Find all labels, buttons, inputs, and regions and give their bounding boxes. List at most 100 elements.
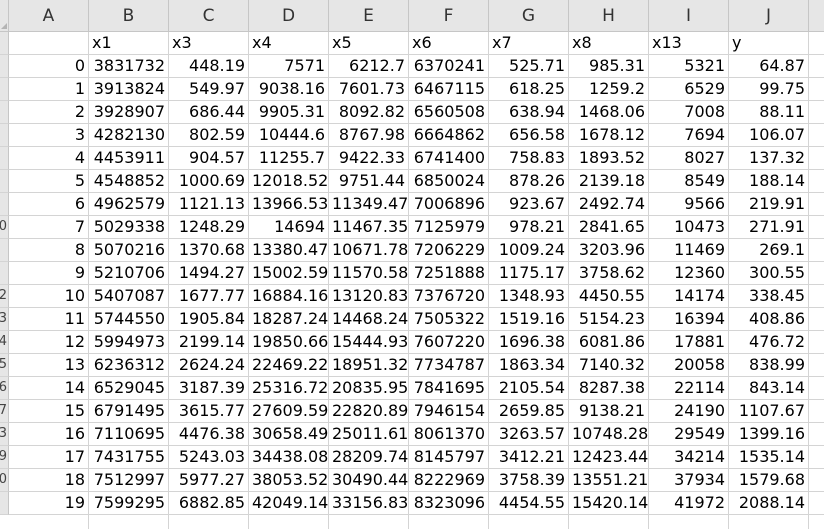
table-cell[interactable]: 25011.61 xyxy=(329,423,409,446)
table-cell[interactable]: 7206229 xyxy=(409,239,489,262)
table-cell[interactable]: 5 xyxy=(9,170,89,193)
table-cell[interactable]: 2105.54 xyxy=(489,377,569,400)
table-cell[interactable]: 8145797 xyxy=(409,446,489,469)
table-cell[interactable]: 3203.96 xyxy=(569,239,649,262)
header-cell-x5[interactable]: x5 xyxy=(329,32,409,55)
table-cell[interactable]: 13 xyxy=(9,354,89,377)
empty-cell[interactable] xyxy=(809,193,824,216)
table-cell[interactable]: 14 xyxy=(9,377,89,400)
empty-cell[interactable] xyxy=(329,515,409,529)
table-cell[interactable]: 7140.32 xyxy=(569,354,649,377)
table-cell[interactable]: 6529 xyxy=(649,78,729,101)
empty-cell[interactable] xyxy=(169,515,249,529)
table-cell[interactable]: 802.59 xyxy=(169,124,249,147)
table-cell[interactable]: 1107.67 xyxy=(729,400,809,423)
table-cell[interactable]: 7571 xyxy=(249,55,329,78)
table-cell[interactable]: 9422.33 xyxy=(329,147,409,170)
table-cell[interactable]: 37934 xyxy=(649,469,729,492)
empty-cell[interactable] xyxy=(809,308,824,331)
empty-cell[interactable] xyxy=(649,515,729,529)
table-cell[interactable]: 7601.73 xyxy=(329,78,409,101)
table-cell[interactable]: 878.26 xyxy=(489,170,569,193)
empty-cell[interactable] xyxy=(809,262,824,285)
table-cell[interactable]: 6850024 xyxy=(409,170,489,193)
table-cell[interactable]: 11570.58 xyxy=(329,262,409,285)
table-cell[interactable]: 3615.77 xyxy=(169,400,249,423)
table-cell[interactable]: 8061370 xyxy=(409,423,489,446)
header-cell-x13[interactable]: x13 xyxy=(649,32,729,55)
table-cell[interactable]: 1696.38 xyxy=(489,331,569,354)
table-cell[interactable]: 15420.14 xyxy=(569,492,649,515)
table-cell[interactable]: 2624.24 xyxy=(169,354,249,377)
table-cell[interactable]: 5407087 xyxy=(89,285,169,308)
table-cell[interactable]: 17881 xyxy=(649,331,729,354)
table-cell[interactable]: 20835.95 xyxy=(329,377,409,400)
header-cell-x3[interactable]: x3 xyxy=(169,32,249,55)
table-cell[interactable]: 9751.44 xyxy=(329,170,409,193)
table-cell[interactable]: 686.44 xyxy=(169,101,249,124)
table-cell[interactable]: 8 xyxy=(9,239,89,262)
table-cell[interactable]: 16 xyxy=(9,423,89,446)
table-cell[interactable]: 14174 xyxy=(649,285,729,308)
column-header-next[interactable] xyxy=(809,0,824,32)
table-cell[interactable]: 3831732 xyxy=(89,55,169,78)
empty-cell[interactable] xyxy=(249,515,329,529)
table-cell[interactable]: 2659.85 xyxy=(489,400,569,423)
table-cell[interactable]: 11349.47 xyxy=(329,193,409,216)
header-cell-x7[interactable]: x7 xyxy=(489,32,569,55)
table-cell[interactable]: 1678.12 xyxy=(569,124,649,147)
table-cell[interactable]: 7125979 xyxy=(409,216,489,239)
table-cell[interactable]: 25316.72 xyxy=(249,377,329,400)
table-cell[interactable]: 6791495 xyxy=(89,400,169,423)
column-header-h[interactable]: H xyxy=(569,0,649,32)
table-cell[interactable]: 12 xyxy=(9,331,89,354)
table-cell[interactable]: 10444.6 xyxy=(249,124,329,147)
empty-cell[interactable] xyxy=(809,101,824,124)
table-cell[interactable]: 7694 xyxy=(649,124,729,147)
table-cell[interactable]: 271.91 xyxy=(729,216,809,239)
table-cell[interactable]: 34438.08 xyxy=(249,446,329,469)
empty-cell[interactable] xyxy=(809,147,824,170)
empty-cell[interactable] xyxy=(9,515,89,529)
table-cell[interactable]: 1579.68 xyxy=(729,469,809,492)
header-cell-x8[interactable]: x8 xyxy=(569,32,649,55)
table-cell[interactable]: 838.99 xyxy=(729,354,809,377)
table-cell[interactable]: 22820.89 xyxy=(329,400,409,423)
table-cell[interactable]: 300.55 xyxy=(729,262,809,285)
empty-cell[interactable] xyxy=(809,124,824,147)
empty-cell[interactable] xyxy=(89,515,169,529)
empty-cell[interactable] xyxy=(809,285,824,308)
table-cell[interactable]: 188.14 xyxy=(729,170,809,193)
table-cell[interactable]: 18951.32 xyxy=(329,354,409,377)
column-header-b[interactable]: B xyxy=(89,0,169,32)
table-cell[interactable]: 15444.93 xyxy=(329,331,409,354)
table-cell[interactable]: 7505322 xyxy=(409,308,489,331)
table-cell[interactable]: 11467.35 xyxy=(329,216,409,239)
table-cell[interactable]: 7607220 xyxy=(409,331,489,354)
row-header[interactable]: 6 xyxy=(0,377,9,400)
table-cell[interactable]: 4476.38 xyxy=(169,423,249,446)
row-header[interactable] xyxy=(0,101,9,124)
row-header[interactable]: 5 xyxy=(0,354,9,377)
table-cell[interactable]: 9038.16 xyxy=(249,78,329,101)
select-all-corner[interactable] xyxy=(0,0,9,32)
row-header[interactable] xyxy=(0,492,9,515)
table-cell[interactable]: 7251888 xyxy=(409,262,489,285)
table-cell[interactable]: 1494.27 xyxy=(169,262,249,285)
table-cell[interactable]: 17 xyxy=(9,446,89,469)
table-cell[interactable]: 2492.74 xyxy=(569,193,649,216)
column-header-g[interactable]: G xyxy=(489,0,569,32)
table-cell[interactable]: 5977.27 xyxy=(169,469,249,492)
table-cell[interactable]: 1121.13 xyxy=(169,193,249,216)
table-cell[interactable]: 3758.62 xyxy=(569,262,649,285)
table-cell[interactable]: 64.87 xyxy=(729,55,809,78)
table-cell[interactable]: 5744550 xyxy=(89,308,169,331)
table-cell[interactable]: 1893.52 xyxy=(569,147,649,170)
table-cell[interactable]: 338.45 xyxy=(729,285,809,308)
table-cell[interactable]: 978.21 xyxy=(489,216,569,239)
table-cell[interactable]: 16884.16 xyxy=(249,285,329,308)
empty-cell[interactable] xyxy=(809,469,824,492)
table-cell[interactable]: 12423.44 xyxy=(569,446,649,469)
table-cell[interactable]: 12360 xyxy=(649,262,729,285)
empty-cell[interactable] xyxy=(409,515,489,529)
